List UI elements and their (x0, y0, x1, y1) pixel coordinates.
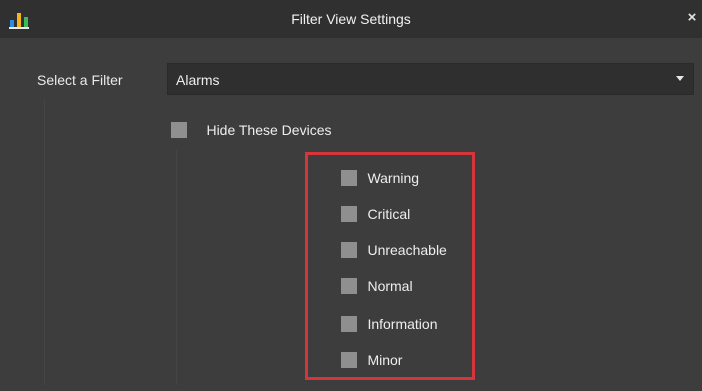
option-information-checkbox[interactable] (341, 316, 357, 332)
option-minor-label: Minor (367, 352, 403, 368)
title-bar: Filter View Settings × (0, 0, 702, 38)
window-title: Filter View Settings (291, 11, 411, 27)
close-icon[interactable]: × (684, 8, 700, 28)
option-unreachable-checkbox[interactable] (341, 242, 357, 258)
filter-select[interactable]: Alarms (167, 63, 694, 95)
option-unreachable-label: Unreachable (367, 242, 447, 258)
option-critical[interactable]: Critical (341, 205, 410, 223)
select-filter-label: Select a Filter (37, 72, 123, 88)
hide-devices-checkbox-row[interactable]: Hide These Devices (171, 121, 331, 139)
option-warning-label: Warning (367, 170, 420, 186)
background-divider (44, 100, 45, 385)
option-information-label: Information (367, 316, 438, 332)
option-information[interactable]: Information (341, 315, 438, 333)
hide-devices-label: Hide These Devices (206, 122, 332, 138)
option-warning[interactable]: Warning (341, 169, 419, 187)
option-critical-label: Critical (367, 206, 411, 222)
option-minor-checkbox[interactable] (341, 352, 357, 368)
option-normal-checkbox[interactable] (341, 278, 357, 294)
option-normal-label: Normal (367, 278, 413, 294)
option-warning-checkbox[interactable] (341, 170, 357, 186)
option-normal[interactable]: Normal (341, 277, 413, 295)
background-divider (176, 150, 177, 385)
option-unreachable[interactable]: Unreachable (341, 241, 447, 259)
filter-select-value: Alarms (176, 72, 220, 88)
chevron-down-icon (676, 76, 684, 81)
hide-devices-checkbox[interactable] (171, 122, 187, 138)
option-critical-checkbox[interactable] (341, 206, 357, 222)
option-minor[interactable]: Minor (341, 351, 402, 369)
filter-view-settings-dialog: Filter View Settings × Select a Filter A… (0, 0, 702, 391)
